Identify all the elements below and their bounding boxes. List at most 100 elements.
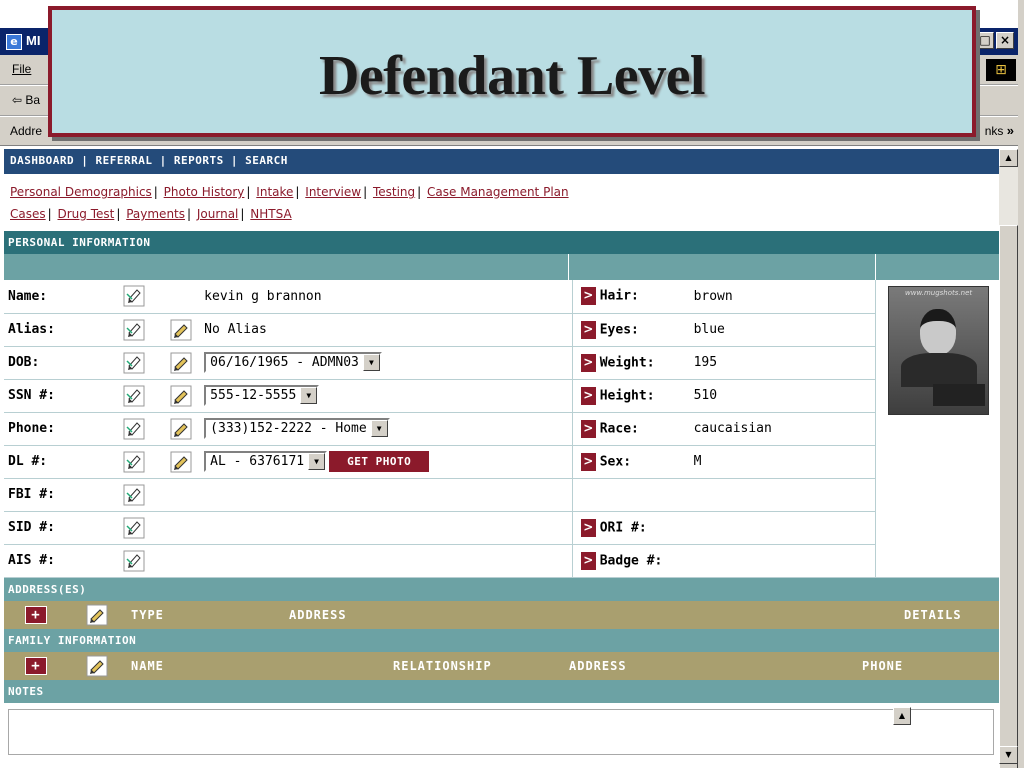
windows-logo-icon: ⊞ <box>986 59 1016 81</box>
restore-button[interactable]: □ <box>976 32 994 49</box>
nav-dashboard[interactable]: DASHBOARD <box>10 154 74 167</box>
personal-info-table: Name: kevin g brannon > Hair: brown www.mugsh… <box>4 280 999 578</box>
expand-arrow-icon[interactable]: > <box>580 551 596 570</box>
back-button[interactable]: ⇦ Ba <box>12 93 40 107</box>
address-label: Addre <box>10 124 43 138</box>
info-row: Phone: (333)152-2222 - Home ▼ > Race: caucais… <box>4 412 999 446</box>
link-interview[interactable]: Interview <box>305 185 361 199</box>
field-label: Alias: <box>4 313 112 347</box>
expand-arrow-icon[interactable]: > <box>580 353 596 372</box>
expand-arrow-icon[interactable]: > <box>580 518 596 537</box>
view-history-icon[interactable] <box>123 352 145 373</box>
sub-nav: Personal Demographics | Photo History | In… <box>10 185 569 221</box>
expand-arrow-icon[interactable]: > <box>580 320 596 339</box>
personal-info-heading: PERSONAL INFORMATION <box>4 231 999 254</box>
browser-icon: e <box>6 34 22 50</box>
link-intake[interactable]: Intake <box>256 185 293 199</box>
expand-arrow-icon[interactable]: > <box>580 287 596 306</box>
nav-reports[interactable]: REPORTS <box>174 154 224 167</box>
field-label: SSN #: <box>4 379 112 413</box>
view-history-icon[interactable] <box>123 550 145 571</box>
scroll-thumb[interactable] <box>999 225 1018 768</box>
edit-family-icon[interactable] <box>86 655 108 677</box>
link-payments[interactable]: Payments <box>126 207 185 221</box>
expand-arrow-icon[interactable]: > <box>580 419 596 438</box>
scroll-down-icon[interactable]: ▼ <box>999 746 1018 764</box>
addresses-heading: ADDRESS(ES) <box>4 577 999 601</box>
notes-heading: NOTES <box>4 679 999 703</box>
close-button[interactable]: × <box>996 32 1014 49</box>
edit-icon[interactable] <box>170 352 192 373</box>
links-button[interactable]: nks » <box>985 123 1014 138</box>
link-testing[interactable]: Testing <box>373 185 415 199</box>
view-history-icon[interactable] <box>123 385 145 406</box>
info-row: SID #: > ORI #: <box>4 511 999 545</box>
field-value <box>693 511 876 545</box>
family-col-name: NAME <box>131 658 164 673</box>
notes-textarea[interactable] <box>8 708 994 755</box>
link-photo-history[interactable]: Photo History <box>164 185 245 199</box>
menu-file[interactable]: File <box>12 62 31 76</box>
scroll-up-icon[interactable]: ▲ <box>999 149 1018 167</box>
info-row: FBI #: <box>4 478 999 512</box>
link-personal-demographics[interactable]: Personal Demographics <box>10 185 152 199</box>
dropdown-arrow-icon[interactable]: ▼ <box>300 387 318 404</box>
expand-arrow-icon[interactable]: > <box>580 386 596 405</box>
field-value: blue <box>693 313 876 347</box>
family-col-relationship: RELATIONSHIP <box>393 658 492 673</box>
dropdown-arrow-icon[interactable]: ▼ <box>362 354 380 371</box>
link-drug-test[interactable]: Drug Test <box>58 207 115 221</box>
field-label: DL #: <box>4 445 112 479</box>
field-label: Badge #: <box>599 553 663 568</box>
field-label: Hair: <box>599 288 639 304</box>
view-history-icon[interactable] <box>123 484 145 505</box>
field-select[interactable]: 555-12-5555 ▼ <box>204 385 320 406</box>
links-label: nks <box>984 124 1004 138</box>
field-label: Name: <box>4 280 112 314</box>
link-journal[interactable]: Journal <box>197 207 239 221</box>
edit-icon[interactable] <box>170 385 192 406</box>
view-history-icon[interactable] <box>123 319 145 340</box>
window-title: MI <box>26 33 41 48</box>
info-row: Name: kevin g brannon > Hair: brown www.mugsh… <box>4 280 999 578</box>
photo-watermark: www.mugshots.net <box>905 289 973 297</box>
edit-icon[interactable] <box>170 319 192 340</box>
field-value: brown <box>693 280 876 314</box>
add-address-button[interactable]: + <box>25 605 47 624</box>
field-select-value: 06/16/1965 - ADMN03 <box>210 355 359 370</box>
page-scrollbar[interactable]: ▲ ▼ <box>999 149 1018 768</box>
expand-arrow-icon[interactable]: > <box>580 452 596 471</box>
view-history-icon[interactable] <box>123 418 145 439</box>
field-label: Sex: <box>599 454 632 469</box>
nav-referral[interactable]: REFERRAL <box>95 154 152 167</box>
view-history-icon[interactable] <box>123 285 145 307</box>
info-row: DOB: 06/16/1965 - ADMN03 ▼ > Weight: 195 <box>4 346 999 380</box>
field-label: Phone: <box>4 412 112 446</box>
field-select[interactable]: (333)152-2222 - Home ▼ <box>204 418 390 439</box>
dropdown-arrow-icon[interactable]: ▼ <box>370 420 388 437</box>
dropdown-arrow-icon[interactable]: ▼ <box>308 453 326 470</box>
address-col-details: DETAILS <box>904 607 962 622</box>
notes-scroll-up-icon[interactable]: ▲ <box>893 706 911 725</box>
link-nhtsa[interactable]: NHTSA <box>250 207 291 221</box>
info-row: SSN #: 555-12-5555 ▼ > Height: 510 <box>4 379 999 413</box>
info-row: AIS #: > Badge #: <box>4 544 999 578</box>
field-value <box>204 478 573 512</box>
field-select[interactable]: 06/16/1965 - ADMN03 ▼ <box>204 352 382 373</box>
view-history-icon[interactable] <box>123 517 145 538</box>
edit-icon[interactable] <box>170 451 192 472</box>
field-label: FBI #: <box>4 478 112 512</box>
address-col-type: TYPE <box>131 607 164 622</box>
add-family-button[interactable]: + <box>25 656 47 675</box>
edit-address-icon[interactable] <box>86 604 108 626</box>
nav-search[interactable]: SEARCH <box>245 154 288 167</box>
link-cases[interactable]: Cases <box>10 207 46 221</box>
field-select[interactable]: AL - 6376171 ▼ <box>204 451 328 472</box>
link-case-management-plan[interactable]: Case Management Plan <box>427 185 569 199</box>
edit-icon[interactable] <box>170 418 192 439</box>
view-history-icon[interactable] <box>123 451 145 472</box>
field-value: M <box>693 445 876 479</box>
field-select-value: 555-12-5555 <box>210 388 297 403</box>
field-select-value: AL - 6376171 <box>210 454 305 469</box>
get-photo-button[interactable]: GET PHOTO <box>329 451 430 472</box>
